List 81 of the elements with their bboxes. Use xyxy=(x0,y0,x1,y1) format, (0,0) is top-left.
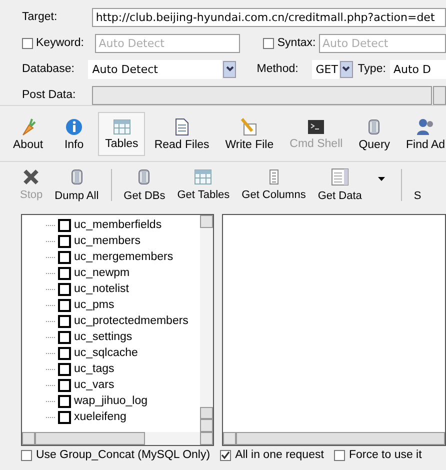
type-select[interactable]: Auto D xyxy=(390,60,446,78)
toolbar-tab[interactable]: Write File xyxy=(218,112,281,156)
field-label: Target: xyxy=(22,11,58,23)
table-name[interactable]: uc_pms xyxy=(74,299,114,311)
checkbox[interactable] xyxy=(58,218,71,232)
table-name[interactable]: uc_newpm xyxy=(74,267,130,279)
caret-icon[interactable] xyxy=(378,177,385,181)
table-name[interactable]: uc_sqlcache xyxy=(74,347,138,359)
target-url-field[interactable]: http://club.beijing-hyundai.com.cn/creditmall.php?action=det xyxy=(92,8,446,26)
toolbar-button[interactable]: Get Data xyxy=(312,168,368,202)
database-icon xyxy=(367,118,382,136)
database-select[interactable]: Auto Detect xyxy=(88,60,222,78)
table-name[interactable]: uc_memberfields xyxy=(74,219,162,231)
table-name[interactable]: uc_protectedmembers xyxy=(74,315,188,327)
database-icon xyxy=(137,168,152,186)
toolbar-tab[interactable]: Query xyxy=(352,112,398,156)
toolbar-tab[interactable]: Find Ad xyxy=(399,112,446,156)
table-name[interactable]: xueleifeng xyxy=(74,411,126,423)
field-label: Database: xyxy=(22,63,76,75)
checkbox[interactable] xyxy=(263,38,274,48)
field-label: Keyword: xyxy=(35,37,85,49)
checkbox[interactable] xyxy=(58,330,71,344)
option-label: All in one request xyxy=(235,449,324,461)
checkbox[interactable] xyxy=(58,378,71,392)
toolbar-tab[interactable]: Info xyxy=(52,112,96,156)
document-icon xyxy=(174,118,189,136)
toolbar-button[interactable]: Get Tables xyxy=(171,169,236,201)
horizontal-scrollbar[interactable] xyxy=(223,432,445,445)
toolbar-tab[interactable]: Tables xyxy=(98,112,146,156)
toolbar-button[interactable]: Get Columns xyxy=(236,169,312,201)
field-label: Syntax: xyxy=(276,37,317,49)
table-name[interactable]: uc_settings xyxy=(74,331,132,343)
toolbar-button[interactable]: S xyxy=(408,168,428,202)
checkbox[interactable] xyxy=(220,450,232,460)
chevron-down-icon xyxy=(226,66,234,72)
close-icon xyxy=(23,169,40,185)
table-name[interactable]: uc_vars xyxy=(74,379,114,391)
table-name[interactable]: uc_tags xyxy=(74,363,114,375)
dropdown-button[interactable] xyxy=(223,60,236,78)
users-icon xyxy=(416,118,436,136)
checkbox[interactable] xyxy=(58,362,71,376)
console-icon xyxy=(307,118,326,134)
table-name[interactable]: uc_members xyxy=(74,235,140,247)
field-label: Method: xyxy=(256,63,300,75)
toolbar-tab[interactable]: Read Files xyxy=(147,112,216,156)
checkbox[interactable] xyxy=(58,410,71,424)
data-sheet-icon xyxy=(330,168,349,186)
checkbox[interactable] xyxy=(58,314,71,328)
table-name[interactable]: wap_jihuo_log xyxy=(74,395,148,407)
checkbox[interactable] xyxy=(58,346,71,360)
checkbox[interactable] xyxy=(334,450,345,460)
table-name[interactable]: uc_mergemembers xyxy=(74,251,174,263)
carrot-icon xyxy=(20,118,36,136)
table-name[interactable]: uc_notelist xyxy=(74,283,129,295)
checkbox[interactable] xyxy=(21,450,32,460)
table-icon xyxy=(194,169,212,185)
option-label: Force to use it xyxy=(348,449,422,461)
vertical-scrollbar[interactable] xyxy=(200,215,213,432)
checkbox[interactable] xyxy=(58,250,71,264)
info-icon xyxy=(65,118,84,136)
chevron-down-icon xyxy=(342,66,350,72)
checkbox[interactable] xyxy=(58,282,71,296)
toolbar-tab[interactable]: About xyxy=(6,112,50,156)
field-label: Post Data: xyxy=(22,89,77,101)
toolbar-button[interactable]: Get DBs xyxy=(118,168,172,202)
column-icon xyxy=(268,169,279,185)
method-select[interactable]: GET xyxy=(312,60,339,78)
field-label: Type: xyxy=(356,63,387,75)
toolbar-button[interactable]: Dump All xyxy=(48,168,105,202)
checkbox[interactable] xyxy=(58,234,71,248)
table-icon xyxy=(112,118,131,134)
pencil-document-icon xyxy=(240,118,258,136)
database-icon xyxy=(70,168,84,186)
checkbox[interactable] xyxy=(58,266,71,280)
checkbox[interactable] xyxy=(58,298,71,312)
checkbox[interactable] xyxy=(22,38,33,48)
post-data-field[interactable] xyxy=(92,86,432,104)
horizontal-scrollbar[interactable] xyxy=(22,432,213,445)
checkbox[interactable] xyxy=(58,394,71,408)
option-label: Use Group_Concat (MySQL Only) xyxy=(36,449,210,461)
dropdown-button[interactable] xyxy=(340,60,353,78)
